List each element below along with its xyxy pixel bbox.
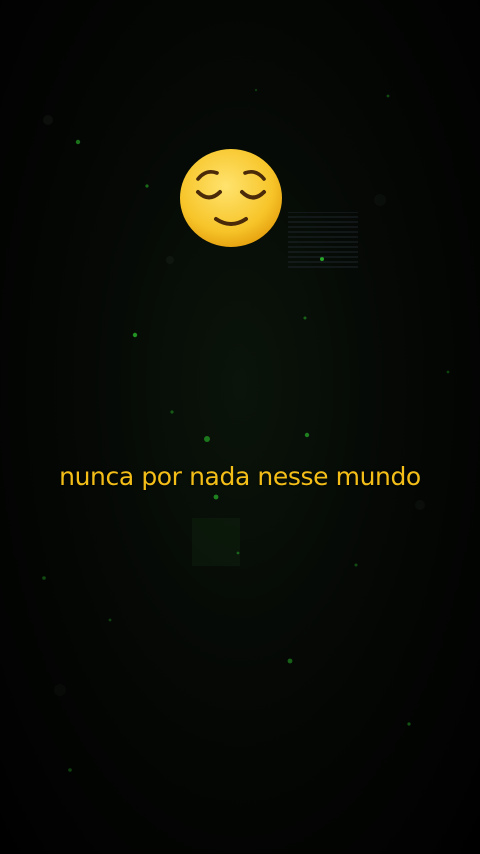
relieved-face-emoji-icon — [180, 149, 282, 247]
dim-square-artifact — [192, 518, 240, 566]
glitch-artifact — [288, 212, 358, 268]
caption-text: nunca por nada nesse mundo — [59, 462, 421, 491]
video-frame: nunca por nada nesse mundo — [0, 0, 480, 854]
green-particles-background — [42, 88, 450, 772]
